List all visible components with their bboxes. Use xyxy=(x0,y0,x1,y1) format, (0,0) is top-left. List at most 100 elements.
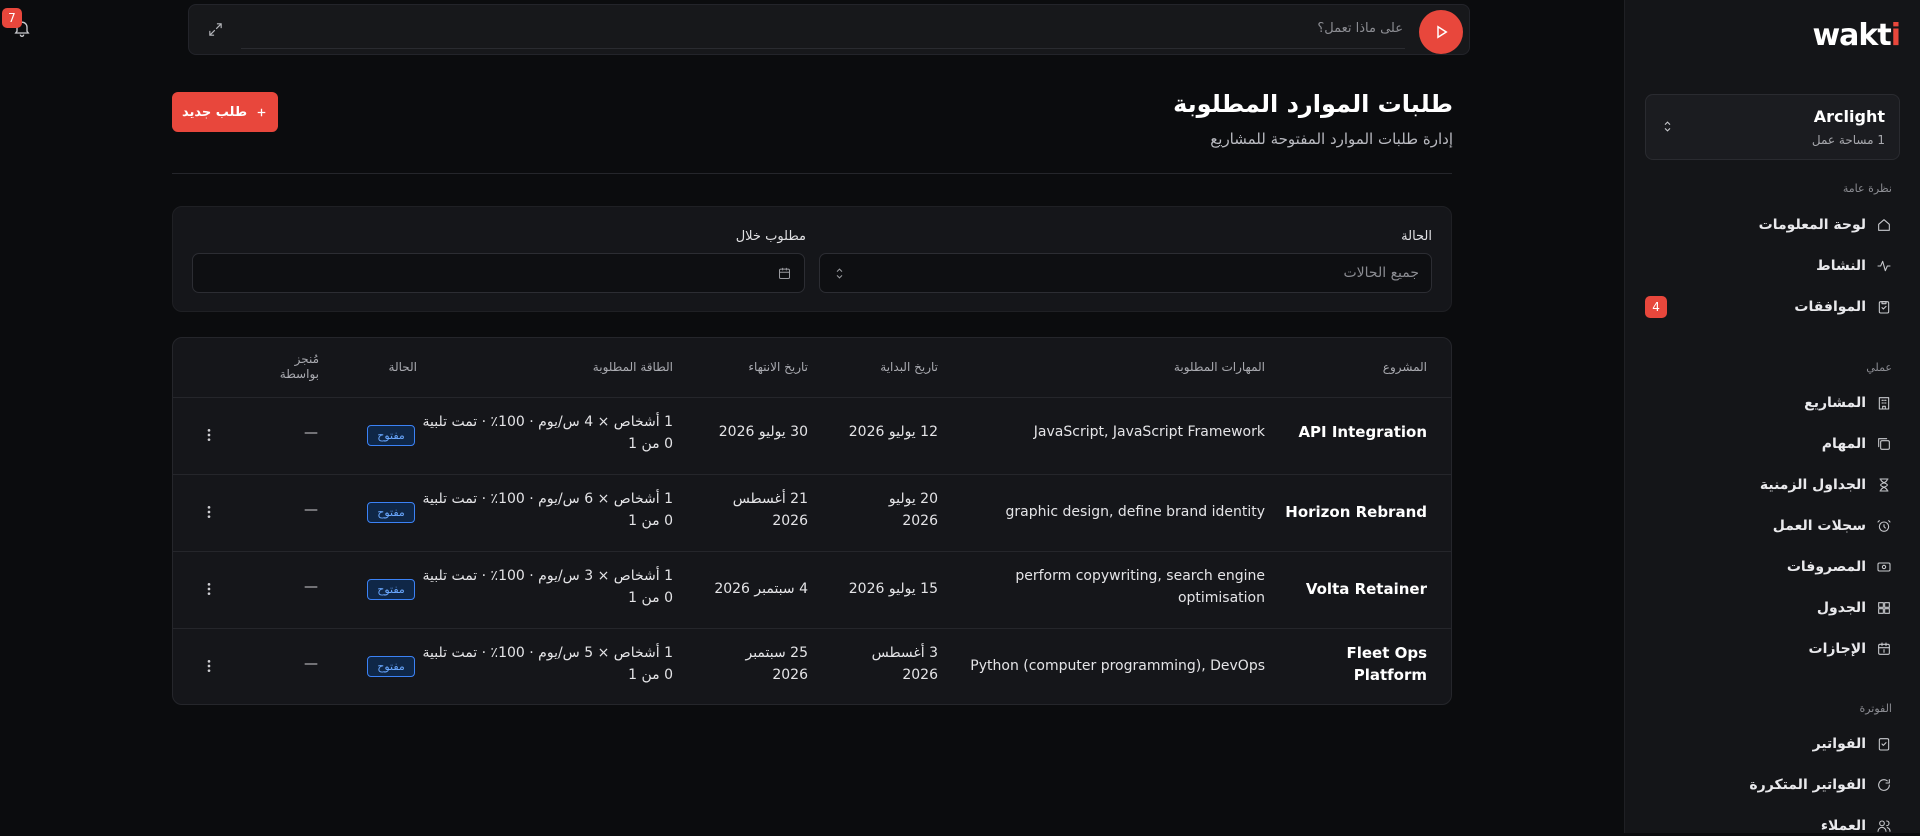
clipboard-check-icon xyxy=(1876,299,1892,315)
sidebar-item-projects[interactable]: المشاريع xyxy=(1804,393,1892,413)
sidebar-item-schedule[interactable]: الجدول xyxy=(1817,598,1892,618)
sidebar-item-recurring-invoices[interactable]: الفواتير المتكررة xyxy=(1749,775,1892,795)
sidebar-item-label: الإجازات xyxy=(1808,641,1867,657)
sidebar-item-label: الجدول xyxy=(1816,600,1866,616)
tasks-icon xyxy=(1876,436,1892,452)
end-date-cell: 4 سبتمبر 2026 xyxy=(714,578,808,600)
start-date-text: 3 أغسطس xyxy=(871,645,938,661)
filters-panel: الحالة جميع الحالات مطلوب خلال xyxy=(172,206,1452,312)
users-icon xyxy=(1876,818,1892,834)
row-actions-button[interactable] xyxy=(201,581,217,597)
start-date-cell: 12 يوليو 2026 xyxy=(849,421,938,443)
table-header: المشروع المهارات المطلوبة تاريخ البداية … xyxy=(173,338,1451,398)
expand-button[interactable] xyxy=(207,21,224,38)
end-date-text: 30 يوليو 2026 xyxy=(718,424,808,440)
chevron-up-down-icon xyxy=(1660,119,1675,134)
capacity-cell: 1 أشخاص × 3 س/يوم · 100٪ · تمت تلبية 0 م… xyxy=(423,565,673,609)
run-button[interactable] xyxy=(1419,10,1463,54)
resource-requests-table: المشروع المهارات المطلوبة تاريخ البداية … xyxy=(172,337,1452,705)
row-actions-button[interactable] xyxy=(201,427,217,443)
sidebar-item-label: المشاريع xyxy=(1804,395,1866,411)
logo-accent: i xyxy=(1890,18,1901,53)
skills-cell: JavaScript, JavaScript Framework xyxy=(1034,421,1265,443)
workspace-count: 1 مساحة عمل xyxy=(1811,133,1885,147)
sidebar-item-dashboard[interactable]: لوحة المعلومات xyxy=(1759,215,1892,235)
skills-text: graphic design, define brand identity xyxy=(1005,504,1265,520)
more-vertical-icon xyxy=(201,504,217,520)
status-filter-select[interactable]: جميع الحالات xyxy=(819,253,1432,293)
grid-icon xyxy=(1876,600,1892,616)
header-divider xyxy=(172,173,1452,174)
status-filter-label: الحالة xyxy=(1401,229,1432,244)
skills-text: perform copywriting, search engine xyxy=(1015,568,1265,584)
approvals-count-badge: 4 xyxy=(1645,296,1667,318)
sidebar-item-invoices[interactable]: الفواتير xyxy=(1813,734,1892,754)
capacity-line2: 0 من 1 xyxy=(628,590,673,606)
row-actions-button[interactable] xyxy=(201,504,217,520)
sidebar-item-label: النشاط xyxy=(1816,258,1866,274)
sidebar-item-label: لوحة المعلومات xyxy=(1758,217,1866,233)
page-subtitle: إدارة طلبات الموارد المفتوحة للمشاريع xyxy=(1210,130,1453,148)
ask-input[interactable] xyxy=(241,11,1405,49)
table-row[interactable]: Fleet Ops Platform Python (computer prog… xyxy=(173,629,1451,704)
row-actions-button[interactable] xyxy=(201,658,217,674)
start-date-cell: 3 أغسطس 2026 xyxy=(872,642,938,686)
sidebar-item-approvals[interactable]: الموافقات xyxy=(1794,297,1892,317)
sidebar-item-leaves[interactable]: الإجازات xyxy=(1809,639,1893,659)
skills-text: Python (computer programming), DevOps xyxy=(970,658,1265,674)
sidebar-item-expenses[interactable]: المصروفات xyxy=(1787,557,1892,577)
refresh-icon xyxy=(1876,777,1892,793)
skills-cell: perform copywriting, search engine optim… xyxy=(1015,565,1265,609)
start-date-cell: 15 يوليو 2026 xyxy=(849,578,938,600)
sidebar-item-clients[interactable]: العملاء xyxy=(1821,816,1892,836)
skills-text-line2: optimisation xyxy=(1177,590,1265,606)
table-row[interactable]: Horizon Rebrand graphic design, define b… xyxy=(173,475,1451,552)
col-end-date: تاريخ الانتهاء xyxy=(748,360,808,374)
project-name: Fleet Ops xyxy=(1346,644,1427,662)
skills-cell: Python (computer programming), DevOps xyxy=(970,655,1265,677)
capacity-line1: 1 أشخاص × 5 س/يوم · 100٪ · تمت تلبية xyxy=(422,645,673,661)
skills-cell: graphic design, define brand identity xyxy=(1006,501,1265,523)
sidebar: wakti Arclight 1 مساحة عمل نظرة عامة لوح… xyxy=(1624,0,1920,836)
sidebar-item-label: المهام xyxy=(1821,436,1866,452)
project-cell: Fleet Ops Platform xyxy=(1346,642,1427,686)
end-date-year: 2026 xyxy=(772,513,808,529)
sidebar-item-tasks[interactable]: المهام xyxy=(1822,434,1892,454)
table-row[interactable]: Volta Retainer perform copywriting, sear… xyxy=(173,552,1451,629)
col-fulfilled-by-line1: مُنجز xyxy=(294,352,319,366)
ask-bar: على ماذا تعمل؟ xyxy=(188,4,1470,55)
workspace-switcher[interactable]: Arclight 1 مساحة عمل xyxy=(1645,94,1900,160)
sidebar-item-label: الفواتير xyxy=(1812,736,1866,752)
project-name: API Integration xyxy=(1298,423,1427,441)
expand-icon xyxy=(207,21,224,38)
capacity-line1: 1 أشخاص × 4 س/يوم · 100٪ · تمت تلبية xyxy=(422,414,673,430)
sidebar-item-activity[interactable]: النشاط xyxy=(1816,256,1892,276)
hourglass-icon xyxy=(1876,477,1892,493)
logo-text: wakt xyxy=(1812,18,1891,53)
start-date-cell: 20 يوليو 2026 xyxy=(889,488,938,532)
new-request-button[interactable]: طلب جديد xyxy=(172,92,278,132)
sidebar-item-work-logs[interactable]: سجلات العمل xyxy=(1773,516,1892,536)
section-billing: الفوترة xyxy=(1859,702,1892,715)
play-icon xyxy=(1432,23,1450,41)
start-date-year: 2026 xyxy=(902,667,938,683)
more-vertical-icon xyxy=(201,658,217,674)
col-project: المشروع xyxy=(1382,360,1427,374)
section-overview: نظرة عامة xyxy=(1842,182,1892,195)
end-date-cell: 30 يوليو 2026 xyxy=(719,421,808,443)
fulfilled-by-cell: — xyxy=(304,425,318,441)
sidebar-item-label: العملاء xyxy=(1820,818,1866,834)
start-date-text: 12 يوليو 2026 xyxy=(848,424,938,440)
end-date-cell: 21 أغسطس 2026 xyxy=(733,488,808,532)
activity-icon xyxy=(1876,258,1892,274)
needed-within-label: مطلوب خلال xyxy=(735,229,806,244)
calendar-icon xyxy=(777,266,792,281)
sidebar-item-label: الفواتير المتكررة xyxy=(1749,777,1866,793)
sidebar-item-timesheets[interactable]: الجداول الزمنية xyxy=(1760,475,1892,495)
workspace-name: Arclight xyxy=(1813,107,1885,126)
needed-within-date-field[interactable] xyxy=(192,253,805,293)
wakti-logo[interactable]: wakti xyxy=(1812,18,1901,53)
table-row[interactable]: API Integration JavaScript, JavaScript F… xyxy=(173,398,1451,475)
more-vertical-icon xyxy=(201,581,217,597)
status-badge: مفتوح xyxy=(367,502,415,523)
